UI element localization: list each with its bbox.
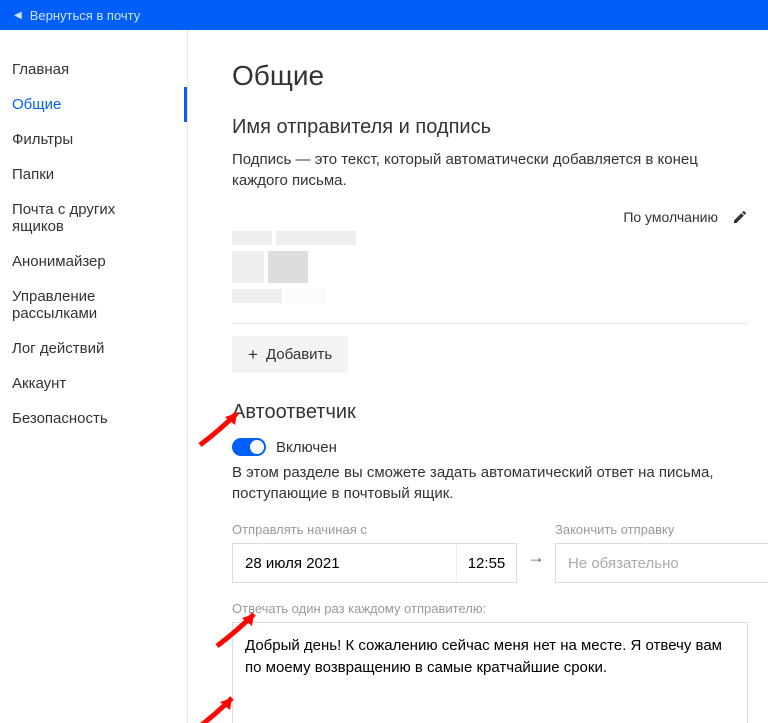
topbar: ◀ Вернуться в почту [0, 0, 768, 30]
signature-card: По умолчанию [232, 209, 748, 324]
settings-sidebar: Главная Общие Фильтры Папки Почта с друг… [0, 30, 188, 723]
start-date-label: Отправлять начиная с [232, 522, 517, 537]
sidebar-item-main[interactable]: Главная [0, 52, 187, 87]
back-to-mail-link[interactable]: ◀ Вернуться в почту [0, 8, 140, 23]
sidebar-item-mailing[interactable]: Управление рассылками [0, 279, 187, 331]
chevron-left-icon: ◀ [14, 10, 22, 21]
sidebar-item-filters[interactable]: Фильтры [0, 122, 187, 157]
autoresponder-heading: Автоответчик [232, 401, 748, 424]
page-title: Общие [232, 60, 748, 92]
sidebar-item-anonymizer[interactable]: Анонимайзер [0, 244, 187, 279]
autoresponder-description: В этом разделе вы сможете задать автомат… [232, 462, 748, 504]
sidebar-item-log[interactable]: Лог действий [0, 331, 187, 366]
end-date-label: Закончить отправку [555, 522, 768, 537]
sidebar-item-other-mail[interactable]: Почта с других ящиков [0, 192, 187, 244]
default-badge: По умолчанию [623, 209, 718, 225]
reply-once-label: Отвечать один раз каждому отправителю: [232, 601, 748, 616]
sender-heading: Имя отправителя и подпись [232, 116, 748, 139]
arrow-right-icon: → [527, 519, 545, 568]
content-area: Общие Имя отправителя и подпись Подпись … [188, 30, 768, 723]
add-button-label: Добавить [266, 346, 332, 363]
add-signature-button[interactable]: + Добавить [232, 336, 348, 373]
autoresponder-message-textarea[interactable] [232, 622, 748, 723]
signature-preview-placeholder [232, 231, 748, 303]
sender-description: Подпись — это текст, который автоматичес… [232, 149, 748, 191]
start-time-input[interactable] [456, 544, 516, 582]
back-label: Вернуться в почту [30, 8, 141, 23]
sidebar-item-security[interactable]: Безопасность [0, 401, 187, 436]
autoresponder-toggle[interactable] [232, 438, 266, 456]
plus-icon: + [248, 346, 258, 363]
sidebar-item-general[interactable]: Общие [0, 87, 187, 122]
autoresponder-toggle-label: Включен [276, 439, 337, 456]
pencil-icon[interactable] [732, 209, 748, 225]
sidebar-item-folders[interactable]: Папки [0, 157, 187, 192]
start-date-input[interactable] [233, 544, 456, 582]
end-date-input[interactable] [556, 544, 768, 582]
sidebar-item-account[interactable]: Аккаунт [0, 366, 187, 401]
